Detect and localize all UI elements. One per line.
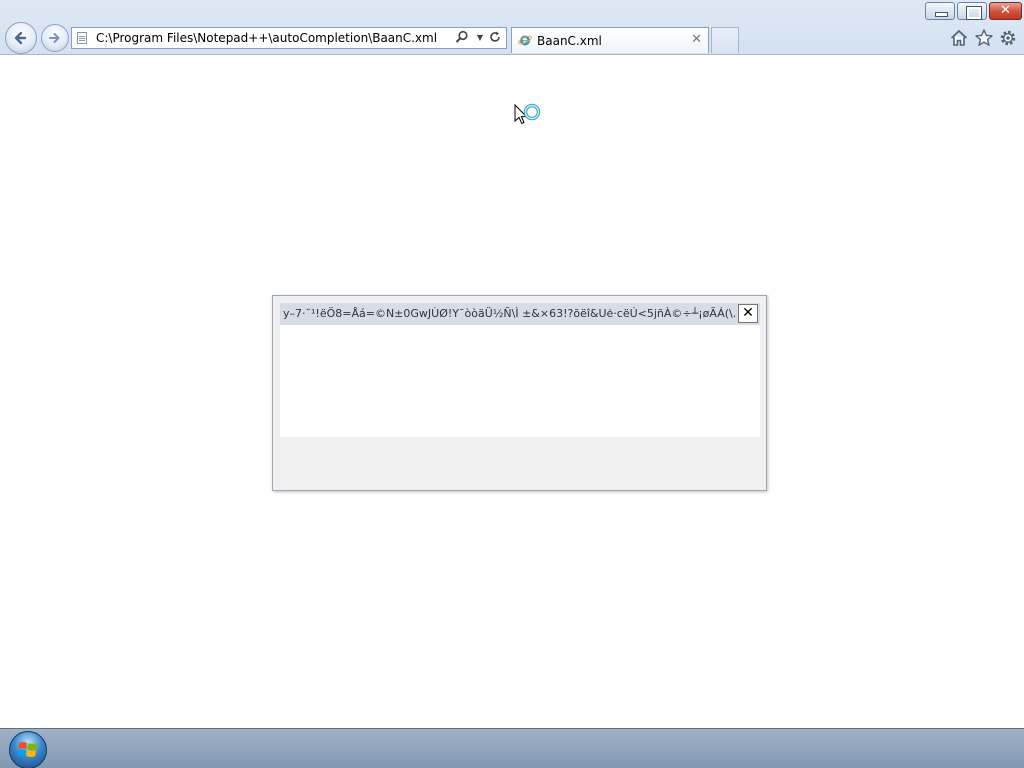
- start-button[interactable]: [9, 731, 47, 768]
- dialog-close-button[interactable]: ✕: [738, 304, 758, 323]
- address-text[interactable]: C:\Program Files\Notepad++\autoCompletio…: [96, 31, 437, 45]
- gear-icon[interactable]: [998, 28, 1018, 48]
- screen: ✕ C:\Program Files\Notepad++\autoComplet…: [0, 0, 1024, 768]
- dialog-header: y–7·˘¹!ëÖ8=Åá=©N±0GwJÙØ!Y¯òòäÜ½Ñ\Ì ±&×63…: [280, 303, 760, 325]
- ie-page-icon: [518, 35, 532, 46]
- taskbar: [0, 728, 1024, 768]
- busy-cursor-icon: [514, 103, 541, 125]
- chevron-down-icon[interactable]: ▼: [472, 30, 488, 46]
- dialog: y–7·˘¹!ëÖ8=Åá=©N±0GwJÙØ!Y¯òòäÜ½Ñ\Ì ±&×63…: [272, 295, 767, 491]
- tab-close-icon[interactable]: ✕: [691, 32, 702, 47]
- page-icon: [77, 32, 87, 44]
- tab-label: BaanC.xml: [537, 34, 602, 48]
- back-button[interactable]: [5, 22, 37, 54]
- minimize-button[interactable]: [925, 2, 955, 20]
- restore-icon: [966, 6, 982, 20]
- forward-button[interactable]: [41, 24, 69, 52]
- refresh-icon[interactable]: [487, 30, 503, 46]
- star-icon[interactable]: [974, 28, 994, 48]
- minimize-icon: [935, 12, 948, 17]
- new-tab-button[interactable]: [711, 27, 739, 53]
- windows-logo-icon: [18, 742, 37, 757]
- forward-arrow-icon: [49, 33, 60, 43]
- back-arrow-icon: [14, 31, 27, 45]
- tab-baanc[interactable]: BaanC.xml ✕: [511, 27, 709, 53]
- browser-chrome: ✕ C:\Program Files\Notepad++\autoComplet…: [0, 0, 1024, 55]
- address-bar[interactable]: C:\Program Files\Notepad++\autoCompletio…: [71, 27, 507, 49]
- close-window-button[interactable]: ✕: [989, 2, 1022, 20]
- dialog-body: [280, 325, 760, 437]
- restore-button[interactable]: [957, 2, 987, 20]
- search-icon[interactable]: [454, 30, 470, 46]
- dialog-title: y–7·˘¹!ëÖ8=Åá=©N±0GwJÙØ!Y¯òòäÜ½Ñ\Ì ±&×63…: [283, 307, 735, 320]
- home-icon[interactable]: [949, 28, 969, 48]
- close-icon: ✕: [1000, 3, 1011, 18]
